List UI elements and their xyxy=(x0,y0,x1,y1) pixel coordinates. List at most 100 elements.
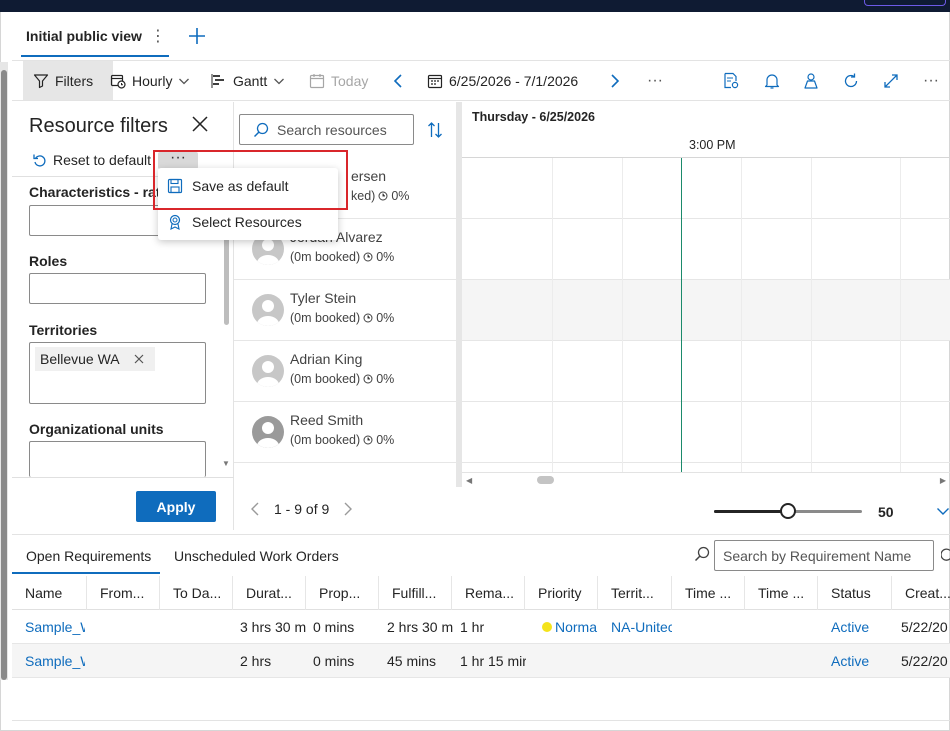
scroll-left-icon[interactable]: ◀ xyxy=(466,476,472,485)
column-header[interactable]: Creat... xyxy=(892,576,950,610)
booked-percent: 0% xyxy=(376,250,395,264)
chevron-left-icon xyxy=(392,73,404,89)
roles-field[interactable] xyxy=(29,273,206,304)
divider xyxy=(12,720,950,721)
zoom-slider-thumb[interactable] xyxy=(780,503,796,519)
territories-label: Territories xyxy=(29,322,98,338)
timeline-row[interactable] xyxy=(462,158,950,219)
gantt-icon xyxy=(211,73,227,89)
resource-row[interactable]: Reed Smith (0m booked) 0% xyxy=(234,402,458,463)
more-vertical-icon[interactable]: ⋮ xyxy=(150,26,166,46)
column-header[interactable]: Time ... xyxy=(672,576,745,610)
priority-link: Norma xyxy=(555,618,598,635)
table-row[interactable]: Sample_W 2 hrs 0 mins 45 mins 1 hr 15 mi… xyxy=(12,644,950,678)
proposed-cell: 0 mins xyxy=(313,652,355,669)
status-link[interactable]: Active xyxy=(831,644,891,677)
clock-icon xyxy=(363,313,373,323)
timeline-horizontal-scrollbar[interactable]: ◀ ▶ xyxy=(462,472,950,488)
outer-scrollbar-thumb[interactable] xyxy=(1,70,7,680)
current-time-line xyxy=(681,158,682,472)
characteristics-label: Characteristics - rati xyxy=(29,184,165,200)
column-header[interactable]: Prop... xyxy=(306,576,379,610)
plus-icon[interactable] xyxy=(186,25,208,47)
column-header[interactable]: Time ... xyxy=(745,576,818,610)
search-icon xyxy=(253,122,269,138)
active-tab-indicator xyxy=(12,572,160,574)
timeline-row[interactable] xyxy=(462,341,950,402)
scroll-right-icon[interactable]: ▶ xyxy=(940,476,946,485)
next-week-button[interactable] xyxy=(609,61,621,100)
column-header[interactable]: Durat... xyxy=(233,576,306,610)
refresh-icon[interactable] xyxy=(941,546,950,564)
filters-button[interactable]: Filters xyxy=(23,61,113,100)
reset-to-default-button[interactable]: Reset to default xyxy=(32,152,151,168)
schedule-toolbar: Filters Hourly Gantt Today 6/25/2026 - 7… xyxy=(12,60,950,101)
requirement-search-input[interactable]: Search by Requirement Name xyxy=(714,540,934,571)
tab-open-requirements[interactable]: Open Requirements xyxy=(26,548,151,564)
previous-week-button[interactable] xyxy=(392,61,404,100)
timeline-row[interactable] xyxy=(462,219,950,280)
tab-initial-public-view[interactable]: Initial public view xyxy=(26,28,142,44)
ribbon-icon xyxy=(167,214,183,230)
timeline-row[interactable] xyxy=(462,280,950,341)
scrollbar-thumb[interactable] xyxy=(537,476,554,484)
resource-row[interactable]: Adrian King (0m booked) 0% xyxy=(234,341,458,402)
territory-link[interactable]: NA-Unitec xyxy=(611,610,672,643)
column-header[interactable]: Fulfill... xyxy=(379,576,452,610)
date-range-label: 6/25/2026 - 7/1/2026 xyxy=(449,72,579,89)
duration-cell: 2 hrs xyxy=(240,652,272,669)
requirement-name-link[interactable]: Sample_W xyxy=(25,644,85,677)
apply-button[interactable]: Apply xyxy=(136,491,216,522)
timeline-day-label: Thursday - 6/25/2026 xyxy=(472,110,595,124)
chevron-left-icon[interactable] xyxy=(250,501,260,517)
org-units-label: Organizational units xyxy=(29,421,164,437)
chevron-down-icon xyxy=(273,75,285,87)
toolbar-more-button[interactable]: ··· xyxy=(647,61,663,100)
org-units-field[interactable] xyxy=(29,441,206,477)
date-range-picker[interactable]: 6/25/2026 - 7/1/2026 xyxy=(427,61,578,100)
remove-icon[interactable] xyxy=(134,354,144,364)
undo-icon xyxy=(32,152,48,168)
column-header[interactable]: Territ... xyxy=(598,576,672,610)
column-header[interactable]: Priority xyxy=(525,576,598,610)
status-link[interactable]: Active xyxy=(831,610,891,643)
refresh-button[interactable] xyxy=(842,61,860,100)
zoom-value: 50 xyxy=(878,504,894,520)
chevron-down-icon[interactable] xyxy=(936,504,950,518)
requirement-name-link[interactable]: Sample_W xyxy=(25,610,85,643)
zoom-slider-fill xyxy=(714,510,788,513)
close-icon[interactable] xyxy=(190,114,210,134)
expand-button[interactable] xyxy=(882,61,900,100)
today-label: Today xyxy=(331,72,369,89)
hourly-dropdown[interactable]: Hourly xyxy=(110,61,190,100)
booked-text: (0m booked) xyxy=(290,250,361,264)
tab-unscheduled-work-orders[interactable]: Unscheduled Work Orders xyxy=(174,548,339,564)
timeline-row[interactable] xyxy=(462,402,950,463)
chevron-right-icon[interactable] xyxy=(343,501,353,517)
table-row[interactable]: Sample_W 3 hrs 30 m 0 mins 2 hrs 30 m 1 … xyxy=(12,610,950,644)
column-header[interactable]: From... xyxy=(87,576,160,610)
priority-dot-icon xyxy=(542,621,552,632)
today-button[interactable]: Today xyxy=(309,61,368,100)
column-header[interactable]: Name xyxy=(12,576,87,610)
overflow-button[interactable]: ··· xyxy=(923,61,939,100)
alerts-button[interactable] xyxy=(763,61,781,100)
scheduling-assistant-button[interactable] xyxy=(802,61,820,100)
search-resources-input[interactable]: Search resources xyxy=(239,114,414,145)
scroll-down-icon[interactable]: ▼ xyxy=(222,459,230,468)
column-header[interactable]: To Da... xyxy=(160,576,233,610)
column-header[interactable]: Status xyxy=(818,576,892,610)
sort-icon[interactable] xyxy=(427,121,443,139)
gantt-dropdown[interactable]: Gantt xyxy=(211,61,285,100)
created-cell: 5/22/20 xyxy=(901,618,948,635)
priority-cell[interactable]: Norma xyxy=(542,610,598,643)
roles-label: Roles xyxy=(29,253,68,269)
hourly-label: Hourly xyxy=(132,72,173,89)
column-header[interactable]: Rema... xyxy=(452,576,525,610)
resource-row[interactable]: Tyler Stein (0m booked) 0% xyxy=(234,280,458,341)
header-pill xyxy=(864,0,946,6)
filters-label: Filters xyxy=(55,72,94,89)
clock-icon xyxy=(363,252,373,262)
board-settings-button[interactable] xyxy=(722,61,740,100)
resource-name: ersen xyxy=(351,168,387,184)
